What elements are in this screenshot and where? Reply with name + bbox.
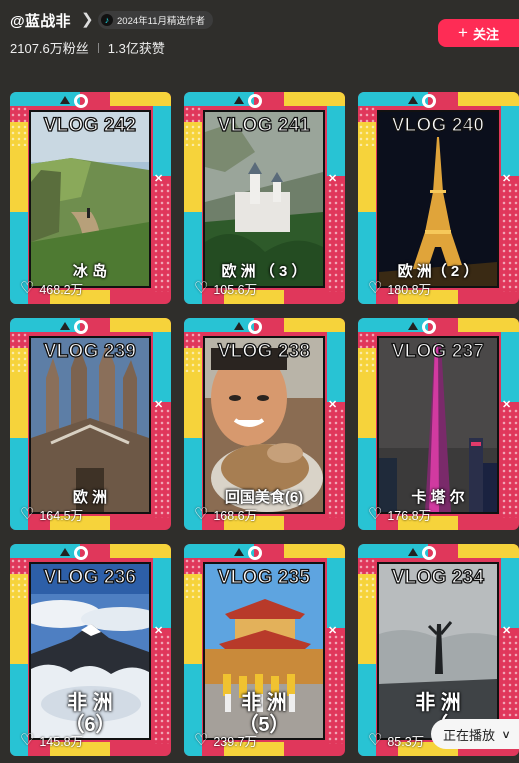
heart-icon: ♡ — [194, 279, 209, 297]
follow-label: 关注 — [472, 26, 499, 42]
follow-button[interactable]: + 关注 — [438, 19, 519, 47]
video-location: 冰 岛 — [72, 263, 108, 280]
heart-icon: ♡ — [194, 505, 209, 523]
heart-icon: ♡ — [368, 731, 383, 749]
like-count: ♡ 468.2万 — [20, 279, 83, 298]
like-count-value: 164.5万 — [39, 509, 84, 523]
video-title: VLOG 241 — [217, 114, 311, 136]
like-count-value: 468.2万 — [39, 283, 84, 297]
video-thumbnail: VLOG 239 欧 洲 — [29, 336, 151, 514]
likes-count: 1.3亿获赞 — [107, 41, 165, 56]
video-location: 欧 洲 — [72, 489, 108, 506]
video-card[interactable]: ✕ VLOG 241 欧 洲 （ 3 ） ♡ 105.6万 — [184, 92, 345, 304]
chevron-right-icon[interactable]: ❯ — [81, 10, 94, 28]
stats-divider — [97, 42, 99, 53]
video-title: VLOG 237 — [391, 340, 485, 362]
video-card[interactable]: ✕ VLOG 240 欧 洲（ 2 ） ♡ 180.8万 — [358, 92, 519, 304]
like-count: ♡ 145.8万 — [20, 731, 83, 750]
video-location: 欧 洲（ 2 ） — [397, 263, 479, 280]
like-count: ♡ 85.3万 — [368, 731, 424, 750]
heart-icon: ♡ — [368, 279, 383, 297]
video-thumbnail: VLOG 234 非 洲 （ — [377, 562, 499, 740]
badge-label: 2024年11月精选作者 — [117, 16, 205, 27]
followers-count: 2107.6万粉丝 — [10, 41, 89, 56]
like-count: ♡ 176.8万 — [368, 505, 431, 524]
video-title: VLOG 236 — [43, 566, 137, 588]
like-count: ♡ 168.6万 — [194, 505, 257, 524]
video-card[interactable]: ✕ VLOG 238 回国美食(6) ♡ 168.6万 — [184, 318, 345, 530]
heart-icon: ♡ — [20, 279, 35, 297]
video-card[interactable]: ✕ VLOG 237 卡 塔 尔 ♡ 176.8万 — [358, 318, 519, 530]
video-title: VLOG 235 — [217, 566, 311, 588]
video-thumbnail: VLOG 238 回国美食(6) — [203, 336, 325, 514]
video-location: 非 洲 （6） — [64, 692, 116, 736]
like-count: ♡ 239.7万 — [194, 731, 257, 750]
like-count: ♡ 180.8万 — [368, 279, 431, 298]
video-title: VLOG 238 — [217, 340, 311, 362]
video-thumbnail: VLOG 241 欧 洲 （ 3 ） — [203, 110, 325, 288]
video-location: 回国美食(6) — [224, 489, 304, 506]
plus-icon: + — [458, 23, 468, 42]
like-count-value: 145.8万 — [39, 735, 84, 749]
like-count: ♡ 164.5万 — [20, 505, 83, 524]
double-chevron-down-icon: ∨ — [501, 728, 511, 741]
like-count-value: 168.6万 — [213, 509, 258, 523]
heart-icon: ♡ — [368, 505, 383, 523]
like-count-value: 180.8万 — [387, 283, 432, 297]
video-thumbnail: VLOG 235 非 洲 （5） — [203, 562, 325, 740]
username[interactable]: @蓝战非 — [10, 10, 71, 31]
author-badge[interactable]: ♪ 2024年11月精选作者 — [98, 11, 213, 29]
video-card[interactable]: ✕ VLOG 239 欧 洲 ♡ 164.5万 — [10, 318, 171, 530]
video-card[interactable]: ✕ VLOG 242 冰 岛 ♡ 468.2万 — [10, 92, 171, 304]
video-title: VLOG 239 — [43, 340, 137, 362]
heart-icon: ♡ — [20, 505, 35, 523]
heart-icon: ♡ — [194, 731, 209, 749]
video-title: VLOG 242 — [43, 114, 137, 136]
video-location: 欧 洲 （ 3 ） — [221, 263, 307, 280]
now-playing-button[interactable]: 正在播放 ∨ — [431, 719, 519, 749]
like-count-value: 85.3万 — [387, 735, 425, 749]
video-location: 非 洲 （5） — [238, 692, 290, 736]
like-count-value: 176.8万 — [387, 509, 432, 523]
video-card[interactable]: ✕ VLOG 235 非 洲 （5） ♡ 239.7万 — [184, 544, 345, 756]
video-thumbnail: VLOG 242 冰 岛 — [29, 110, 151, 288]
video-card[interactable]: ✕ VLOG 236 非 洲 （6） ♡ 145.8万 — [10, 544, 171, 756]
now-playing-label: 正在播放 — [443, 727, 496, 743]
video-title: VLOG 240 — [391, 114, 485, 136]
like-count: ♡ 105.6万 — [194, 279, 257, 298]
like-count-value: 239.7万 — [213, 735, 258, 749]
video-title: VLOG 234 — [391, 566, 485, 588]
video-thumbnail: VLOG 237 卡 塔 尔 — [377, 336, 499, 514]
video-location: 卡 塔 尔 — [411, 489, 465, 506]
profile-stats: 2107.6万粉丝 1.3亿获赞 — [10, 38, 165, 57]
profile-header: @蓝战非 ❯ ♪ 2024年11月精选作者 2107.6万粉丝 1.3亿获赞 +… — [0, 0, 519, 80]
video-thumbnail: VLOG 240 欧 洲（ 2 ） — [377, 110, 499, 288]
heart-icon: ♡ — [20, 731, 35, 749]
video-thumbnail: VLOG 236 非 洲 （6） — [29, 562, 151, 740]
tiktok-icon: ♪ — [101, 14, 113, 26]
like-count-value: 105.6万 — [213, 283, 258, 297]
